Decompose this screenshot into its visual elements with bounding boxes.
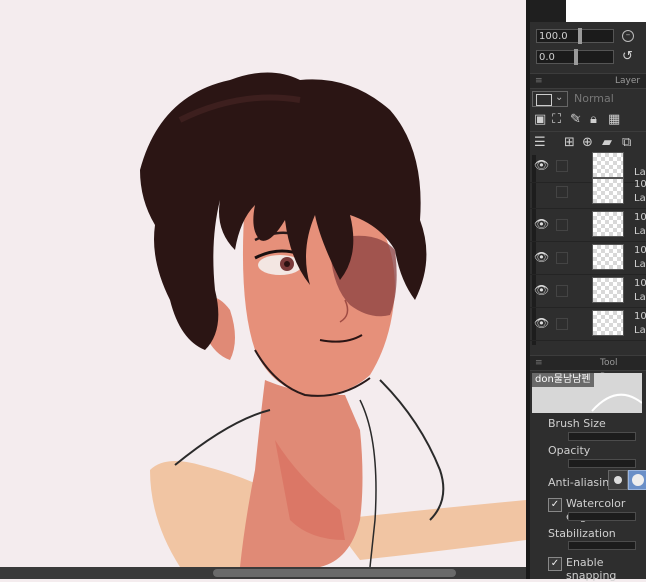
opacity-label: Opacity [548,444,591,457]
layer-row[interactable]: 👁︎ 10 La [530,242,646,275]
copy-layer-icon[interactable]: ⧉ [622,136,631,150]
layer-row[interactable]: 👁︎ 10 La [530,308,646,341]
eye-icon[interactable]: 👁︎ [534,284,549,296]
blend-mode-select[interactable]: Normal ⌄ [574,91,624,121]
lock-toggle[interactable] [556,318,568,330]
clip-layer-icon[interactable]: ▣ [534,113,546,127]
layer-name: La [634,226,646,237]
layer-thumbnail [592,310,624,336]
layer-name: La [634,193,646,204]
shirt-line-left [174,409,271,466]
new-layer-icon[interactable]: ⊞ [564,136,575,150]
layer-panel-header: ≡ Layer [530,73,646,89]
value-field-1[interactable]: 100.0 [536,29,614,43]
layer-thumbnail [592,277,624,303]
lock-icon[interactable]: 🔒︎ [590,113,597,127]
slider-handle-2[interactable] [574,49,578,65]
watercolor-edge-slider[interactable] [568,512,636,521]
side-panel: 100.0 – 0.0 ↺ ≡ Layer ⌄ Normal ⌄ ▣ ⛶ ✎ 🔒… [530,0,646,582]
stabilization-slider[interactable] [568,541,636,550]
layer-opacity: 10 [634,212,646,223]
anti-aliasing-label: Anti-aliasing [548,476,617,489]
minus-circle-icon[interactable]: – [622,30,634,42]
draft-layer-icon[interactable]: ✎ [570,113,581,127]
layer-opacity: 10 [634,245,646,256]
reference-layer-icon[interactable]: ⛶ [552,113,561,127]
menu-grip-icon[interactable]: ≡ [535,359,543,368]
menu-grip-icon[interactable]: ≡ [535,77,543,86]
slider-handle-1[interactable] [578,28,582,44]
horizontal-scrollbar[interactable] [0,567,526,579]
layer-thumbnail [592,152,624,178]
eye-icon[interactable]: 👁︎ [534,251,549,263]
enable-snapping-checkbox[interactable]: ✓ [548,557,562,571]
color-swatch[interactable] [566,0,646,22]
lock-toggle[interactable] [556,252,568,264]
layer-opacity: 10 [634,278,646,289]
enable-snapping-label: Enable snapping [566,556,617,582]
aa-dot-icon [614,476,622,484]
layer-name: La [634,259,646,270]
layer-row[interactable]: 👁︎ 10 La [530,176,646,209]
anti-aliasing-option-1[interactable] [608,470,628,490]
top-strip [530,0,646,22]
new-vector-layer-icon[interactable]: ⊕ [582,136,593,150]
blend-mode-label: Normal [574,92,614,105]
brush-stroke-preview [591,393,642,412]
layer-row[interactable]: 👁︎ 10 La [530,209,646,242]
eye-icon[interactable]: 👁︎ [534,317,549,329]
layer-name: La [634,325,646,336]
watercolor-edge-checkbox[interactable]: ✓ [548,498,562,512]
aa-dot-icon [632,474,644,486]
tool-property-header: ≡ Tool Proper [530,355,646,382]
brush-size-label: Brush Size [548,417,606,430]
refresh-icon[interactable]: ↺ [622,50,633,64]
opacity-slider[interactable] [568,459,636,468]
layer-name: La [634,292,646,303]
drawing-canvas[interactable] [0,0,526,567]
lock-toggle[interactable] [556,186,568,198]
layer-thumbnail [592,244,624,270]
layer-panel-title: Layer [615,76,641,86]
lock-transparency-icon[interactable]: ▦ [608,113,620,127]
shirt-line-right [379,379,445,521]
layer-opacity: 10 [634,179,646,190]
layer-thumbnail [592,211,624,237]
layer-color-icon [536,94,552,106]
chevron-down-icon: ⌄ [555,92,564,103]
new-folder-icon[interactable]: ▰ [602,136,612,150]
scroll-thumb[interactable] [213,569,456,577]
eye-pupil [284,261,290,267]
layer-opacity: 10 [634,311,646,322]
stabilization-label: Stabilization [548,527,616,540]
layer-list-icon[interactable]: ☰ [534,136,546,150]
layer-row[interactable]: 👁︎ 10 La [530,275,646,308]
layer-thumbnail [592,178,624,204]
eye-icon[interactable]: 👁︎ [534,218,549,230]
lock-toggle[interactable] [556,219,568,231]
brush-preview: don물남남펜 [532,373,642,413]
anti-aliasing-option-2[interactable] [628,470,646,490]
lock-toggle[interactable] [556,285,568,297]
eye-icon[interactable]: 👁︎ [534,159,549,171]
layer-color-select[interactable]: ⌄ [532,91,568,107]
brush-size-slider[interactable] [568,432,636,441]
lock-toggle[interactable] [556,160,568,172]
artwork [140,72,526,567]
